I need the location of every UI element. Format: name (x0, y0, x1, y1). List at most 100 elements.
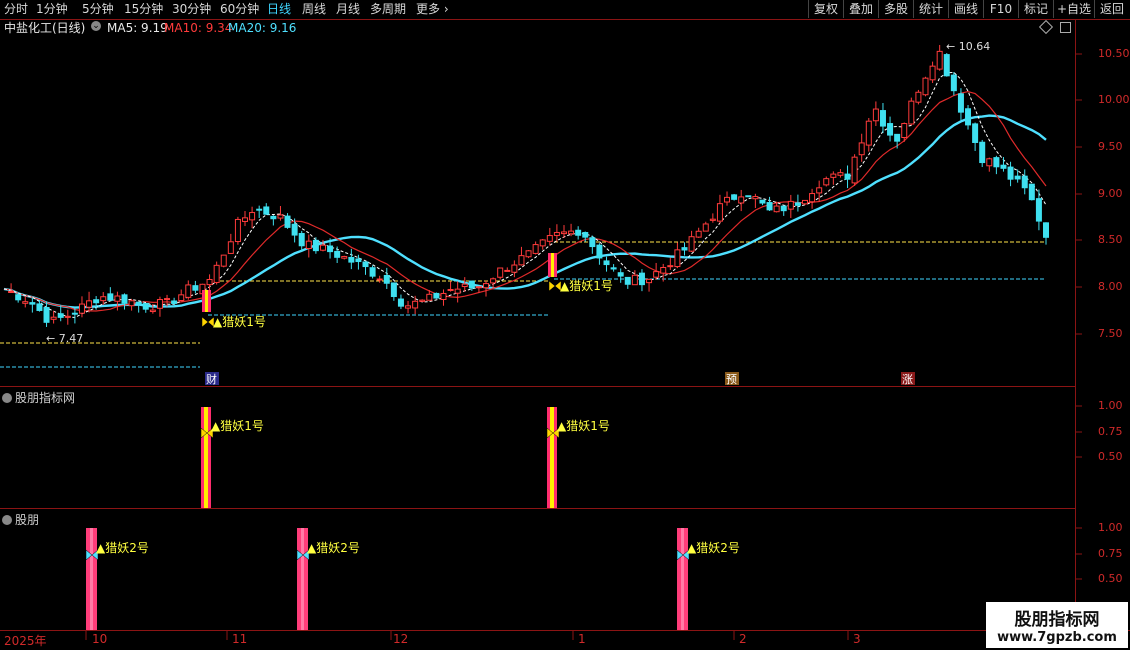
candle-body (164, 298, 171, 301)
signal-bar (208, 290, 211, 312)
candle-body (667, 265, 674, 268)
candle-body (525, 250, 532, 258)
candle-body (93, 299, 100, 304)
candle-body (1035, 198, 1042, 222)
candle-body (426, 293, 433, 301)
candle-body (497, 267, 504, 278)
candle-body (249, 212, 256, 221)
candle-body (1007, 166, 1014, 180)
candle-body (1014, 175, 1021, 180)
candle-body (759, 199, 766, 204)
candle-body (71, 312, 78, 315)
candle-body (483, 283, 490, 289)
candle-body (242, 217, 249, 222)
candle-body (369, 267, 376, 277)
time-label-month: 3 (853, 632, 861, 646)
candle-body (660, 266, 667, 274)
pane2-dot-icon[interactable] (2, 393, 12, 403)
candle-body (752, 196, 759, 200)
candle-body (865, 120, 872, 146)
candle-body (220, 254, 227, 267)
signal-bar (202, 290, 205, 312)
time-label-month: 1 (578, 632, 586, 646)
candle-body (972, 123, 979, 143)
signal-bar (551, 253, 554, 277)
candle-body (142, 303, 149, 310)
candle-body (57, 313, 64, 318)
candle-body (50, 316, 57, 320)
candle-body (518, 255, 525, 266)
candle-body (128, 300, 135, 307)
candle-body (1043, 222, 1049, 238)
candle-body (688, 236, 695, 252)
candle-body (979, 141, 986, 164)
candle-body (695, 230, 702, 238)
candle-body (858, 142, 865, 156)
high-price-label: ← 10.64 (946, 40, 990, 53)
candle-body (412, 300, 419, 309)
watermark-logo: 股朋指标网 www.7gpzb.com (986, 602, 1128, 648)
candle-body (192, 285, 199, 291)
pane3-tick: 0.50 (1098, 572, 1123, 585)
candle-body (589, 237, 596, 248)
pane2-tick: 0.50 (1098, 450, 1123, 463)
price-tick: 10.00 (1098, 93, 1130, 106)
signal-label: ▲猎妖1号 (560, 279, 613, 293)
candle-body (376, 278, 383, 281)
candle-body (433, 292, 440, 299)
candle-body (206, 279, 213, 286)
candle-body (490, 278, 497, 284)
candle-body (646, 278, 653, 284)
pane-separator-1 (0, 386, 1075, 387)
pane2-signal-bar (547, 407, 550, 508)
rise-marker-text: 涨 (902, 373, 913, 386)
price-tick: 8.50 (1098, 233, 1123, 246)
pane3-dot-icon[interactable] (2, 515, 12, 525)
candle-body (504, 269, 511, 272)
price-tick: 10.50 (1098, 47, 1130, 60)
pane2-tick: 0.75 (1098, 425, 1123, 438)
candle-body (305, 240, 312, 250)
candle-body (766, 202, 773, 211)
watermark-title: 股朋指标网 (1014, 610, 1100, 630)
pane2-tick: 1.00 (1098, 399, 1123, 412)
candle-body (298, 233, 305, 247)
candle-body (114, 295, 121, 302)
candle-body (702, 223, 709, 232)
pane3-signal-label: ▲猎妖2号 (307, 541, 360, 555)
pane2-title: 股朋指标网 (2, 389, 75, 406)
candle-body (957, 93, 964, 113)
ma20-line (3, 114, 1047, 309)
time-label-year: 2025年 (4, 634, 47, 648)
candle-body (851, 156, 858, 184)
candle-body (270, 215, 277, 220)
signal-bar (205, 290, 208, 312)
candle-body (312, 239, 319, 252)
candle-body (64, 315, 71, 318)
candle-body (575, 229, 582, 236)
price-tick: 9.50 (1098, 140, 1123, 153)
candle-body (794, 202, 801, 206)
candle-body (731, 194, 738, 200)
candle-body (405, 305, 412, 309)
candle-body (390, 282, 397, 297)
pane3-tick: 1.00 (1098, 521, 1123, 534)
signal-bar (554, 253, 557, 277)
candle-body (596, 244, 603, 259)
candle-body (22, 301, 29, 304)
candle-body (86, 300, 93, 308)
candle-body (709, 218, 716, 221)
candle-body (511, 264, 518, 273)
candle-body (922, 77, 929, 96)
pane2-signal-label: ▲猎妖1号 (557, 419, 610, 433)
candle-body (560, 231, 567, 235)
candle-body (461, 283, 468, 288)
candle-body (872, 108, 879, 122)
pane2-signal-bar (204, 407, 208, 508)
candle-body (43, 306, 50, 323)
candle-body (773, 205, 780, 213)
time-label-month: 2 (739, 632, 747, 646)
candle-body (454, 288, 461, 294)
ma5-line (3, 71, 1047, 319)
candle-body (929, 65, 936, 81)
